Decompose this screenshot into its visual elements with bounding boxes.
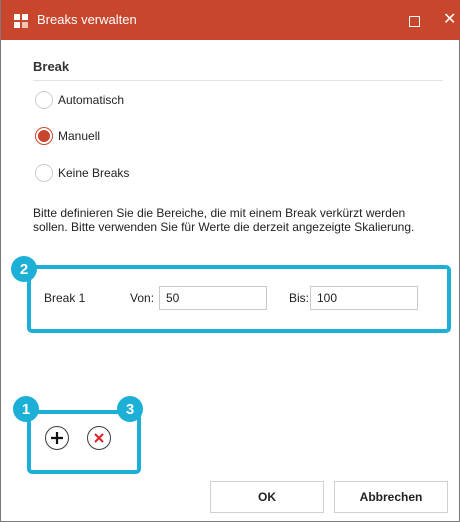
from-label: Von: bbox=[130, 291, 155, 305]
plus-icon bbox=[51, 432, 63, 444]
radio-label-manuell[interactable]: Manuell bbox=[58, 129, 100, 143]
radio-keine-breaks[interactable] bbox=[35, 164, 53, 182]
window-title: Breaks verwalten bbox=[37, 12, 137, 27]
from-input[interactable] bbox=[159, 286, 267, 310]
radio-manuell[interactable] bbox=[35, 127, 53, 145]
title-bar: Breaks verwalten ✕ bbox=[1, 0, 460, 40]
to-input[interactable] bbox=[310, 286, 418, 310]
radio-automatisch[interactable] bbox=[35, 91, 53, 109]
badge-2: 2 bbox=[11, 256, 37, 282]
section-title: Break bbox=[33, 59, 70, 74]
badge-1: 1 bbox=[13, 396, 39, 422]
radio-circle[interactable] bbox=[35, 91, 53, 109]
radio-circle[interactable] bbox=[35, 164, 53, 182]
maximize-icon[interactable] bbox=[409, 16, 420, 27]
radio-selected-dot bbox=[38, 130, 50, 142]
radio-label-keine-breaks[interactable]: Keine Breaks bbox=[58, 166, 129, 180]
badge-3: 3 bbox=[117, 396, 143, 422]
to-label: Bis: bbox=[289, 291, 310, 305]
cancel-button[interactable]: Abbrechen bbox=[334, 481, 448, 513]
add-break-button[interactable] bbox=[45, 426, 69, 450]
close-red-icon bbox=[94, 433, 104, 443]
description-text: Bitte definieren Sie die Bereiche, die m… bbox=[33, 206, 415, 234]
section-divider bbox=[33, 80, 443, 81]
radio-label-automatisch[interactable]: Automatisch bbox=[58, 93, 124, 107]
app-logo-icon bbox=[14, 14, 28, 28]
ok-button[interactable]: OK bbox=[210, 481, 324, 513]
radio-circle[interactable] bbox=[35, 127, 53, 145]
dialog-window: Breaks verwalten ✕ Break Automatisch Man… bbox=[0, 0, 460, 522]
remove-break-button[interactable] bbox=[87, 426, 111, 450]
break-name: Break 1 bbox=[44, 291, 86, 305]
close-icon[interactable]: ✕ bbox=[443, 9, 456, 29]
